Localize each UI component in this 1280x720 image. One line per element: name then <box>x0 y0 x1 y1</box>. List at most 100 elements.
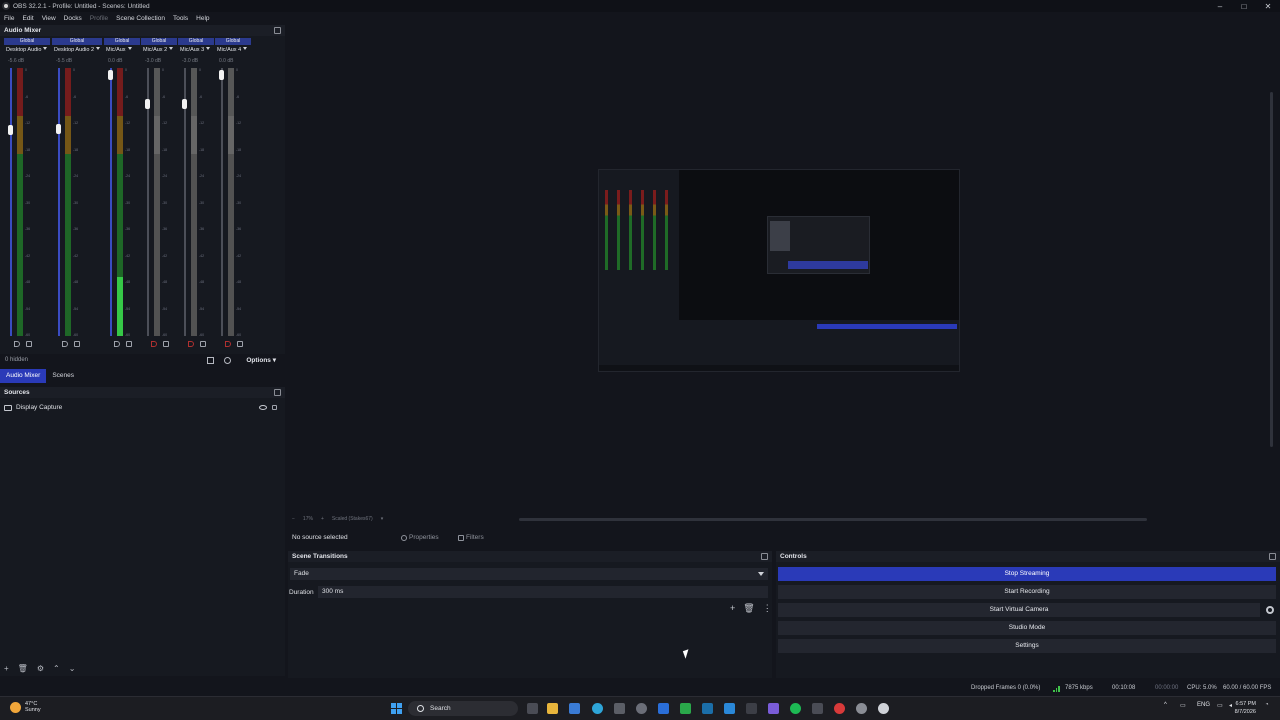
calendar-icon[interactable] <box>614 703 625 714</box>
close-button[interactable]: ✕ <box>1256 0 1280 12</box>
scale-mode[interactable]: Scaled (Stakes67) <box>332 516 373 522</box>
obs-taskbar-icon[interactable] <box>856 703 867 714</box>
clock[interactable]: 6:57 PM 8/7/2026 <box>1235 700 1256 716</box>
menu-edit[interactable]: Edit <box>22 15 33 22</box>
volume-slider-handle[interactable] <box>56 124 61 135</box>
visibility-eye-icon[interactable] <box>259 405 267 410</box>
notification-icon[interactable]: ◔ <box>1265 702 1269 708</box>
layout-toggle-icon[interactable] <box>207 356 214 364</box>
volume-slider-handle[interactable] <box>145 99 150 110</box>
language-indicator[interactable]: ENG <box>1197 702 1210 708</box>
chevron-down-icon[interactable]: ▾ <box>381 516 384 522</box>
volume-slider[interactable] <box>110 68 112 336</box>
undock-icon[interactable] <box>274 389 281 396</box>
volume-slider-handle[interactable] <box>8 125 13 136</box>
channel-settings-icon[interactable] <box>163 341 169 347</box>
undock-icon[interactable] <box>761 553 768 560</box>
speaker-mute-icon[interactable] <box>188 341 194 347</box>
maximize-button[interactable]: □ <box>1232 0 1256 12</box>
tab-scenes[interactable]: Scenes <box>46 369 80 383</box>
filters-button[interactable]: Filters <box>458 534 484 541</box>
transition-select[interactable]: Fade <box>290 568 768 580</box>
tray-chevron-icon[interactable]: ^ <box>1164 702 1167 708</box>
channel-settings-icon[interactable] <box>126 341 132 347</box>
menu-help[interactable]: Help <box>196 15 209 22</box>
menu-file[interactable]: File <box>4 15 14 22</box>
tray-icon[interactable]: ▭ <box>1180 702 1186 709</box>
channel-name[interactable]: Mic/Aux 3 <box>180 47 210 53</box>
volume-slider[interactable] <box>58 68 60 336</box>
undock-icon[interactable] <box>1269 553 1276 560</box>
speaker-mute-icon[interactable] <box>14 341 20 347</box>
weather-widget[interactable]: 47°C Sunny <box>10 701 41 713</box>
tab-audio-mixer[interactable]: Audio Mixer <box>0 369 47 383</box>
lock-icon[interactable] <box>272 405 277 410</box>
zoom-in-button[interactable]: + <box>321 516 324 522</box>
windows-start-icon[interactable] <box>391 703 402 714</box>
source-properties-button[interactable]: ⚙ <box>37 664 44 673</box>
volume-slider[interactable] <box>221 68 223 336</box>
channel-settings-icon[interactable] <box>26 341 32 347</box>
minimize-button[interactable]: – <box>1208 0 1232 12</box>
store-icon[interactable] <box>569 703 580 714</box>
task-view-icon[interactable] <box>527 703 538 714</box>
studio-mode-button[interactable]: Studio Mode <box>778 621 1276 635</box>
advanced-audio-icon[interactable] <box>224 356 231 364</box>
edge-icon[interactable] <box>592 703 603 714</box>
xbox-icon[interactable] <box>680 703 691 714</box>
channel-name[interactable]: Mic/Aux 4 <box>217 47 247 53</box>
zoom-out-button[interactable]: − <box>292 516 295 522</box>
speaker-mute-icon[interactable] <box>114 341 120 347</box>
speaker-mute-icon[interactable] <box>225 341 231 347</box>
channel-settings-icon[interactable] <box>237 341 243 347</box>
preview-canvas[interactable] <box>598 169 960 372</box>
menu-docks[interactable]: Docks <box>64 15 82 22</box>
add-source-button[interactable]: + <box>4 664 9 673</box>
source-item[interactable]: Display Capture <box>4 404 62 411</box>
discord-icon[interactable] <box>768 703 779 714</box>
menu-scene-collection[interactable]: Scene Collection <box>116 15 165 22</box>
taskbar-search[interactable]: Search <box>408 701 518 716</box>
preview-vertical-scrollbar[interactable] <box>1270 92 1273 447</box>
menu-profile[interactable]: Profile <box>90 15 108 22</box>
move-up-button[interactable]: ⌃ <box>53 664 60 673</box>
app-icon[interactable] <box>658 703 669 714</box>
app-icon[interactable] <box>746 703 757 714</box>
menu-view[interactable]: View <box>42 15 56 22</box>
remove-source-button[interactable]: 🗑 <box>18 664 28 673</box>
settings-button[interactable]: Settings <box>778 639 1276 653</box>
file-explorer-icon[interactable] <box>547 703 558 714</box>
network-icon[interactable]: ▭ <box>1217 702 1223 709</box>
steam-icon[interactable] <box>702 703 713 714</box>
obs-taskbar-icon[interactable] <box>878 703 889 714</box>
transition-menu-button[interactable]: ⋮ <box>763 603 772 614</box>
channel-name[interactable]: Desktop Audio 2 <box>54 47 100 53</box>
volume-slider-handle[interactable] <box>219 70 224 80</box>
virtual-camera-settings-gear-icon[interactable] <box>1266 606 1274 614</box>
start-virtual-camera-button[interactable]: Start Virtual Camera <box>778 603 1260 617</box>
photos-icon[interactable] <box>724 703 735 714</box>
menu-tools[interactable]: Tools <box>173 15 188 22</box>
channel-settings-icon[interactable] <box>200 341 206 347</box>
remove-transition-button[interactable]: 🗑 <box>743 603 754 614</box>
options-button[interactable]: Options ▾ <box>246 356 276 364</box>
stop-streaming-button[interactable]: Stop Streaming <box>778 567 1276 581</box>
channel-name[interactable]: Desktop Audio <box>6 47 47 53</box>
app-icon[interactable] <box>834 703 845 714</box>
volume-slider-handle[interactable] <box>108 70 113 80</box>
volume-slider-handle[interactable] <box>182 99 187 110</box>
add-transition-button[interactable]: + <box>730 603 735 614</box>
app-icon[interactable] <box>812 703 823 714</box>
speaker-mute-icon[interactable] <box>62 341 68 347</box>
channel-settings-icon[interactable] <box>74 341 80 347</box>
speaker-mute-icon[interactable] <box>151 341 157 347</box>
start-recording-button[interactable]: Start Recording <box>778 585 1276 599</box>
channel-name[interactable]: Mic/Aux <box>106 47 132 53</box>
move-down-button[interactable]: ⌄ <box>69 664 76 673</box>
undock-icon[interactable] <box>274 27 281 34</box>
properties-button[interactable]: Properties <box>401 534 439 541</box>
preview-horizontal-scrollbar[interactable] <box>519 518 1147 521</box>
duration-input[interactable]: 300 ms <box>318 586 768 598</box>
settings-app-icon[interactable] <box>636 703 647 714</box>
volume-slider[interactable] <box>10 68 12 336</box>
